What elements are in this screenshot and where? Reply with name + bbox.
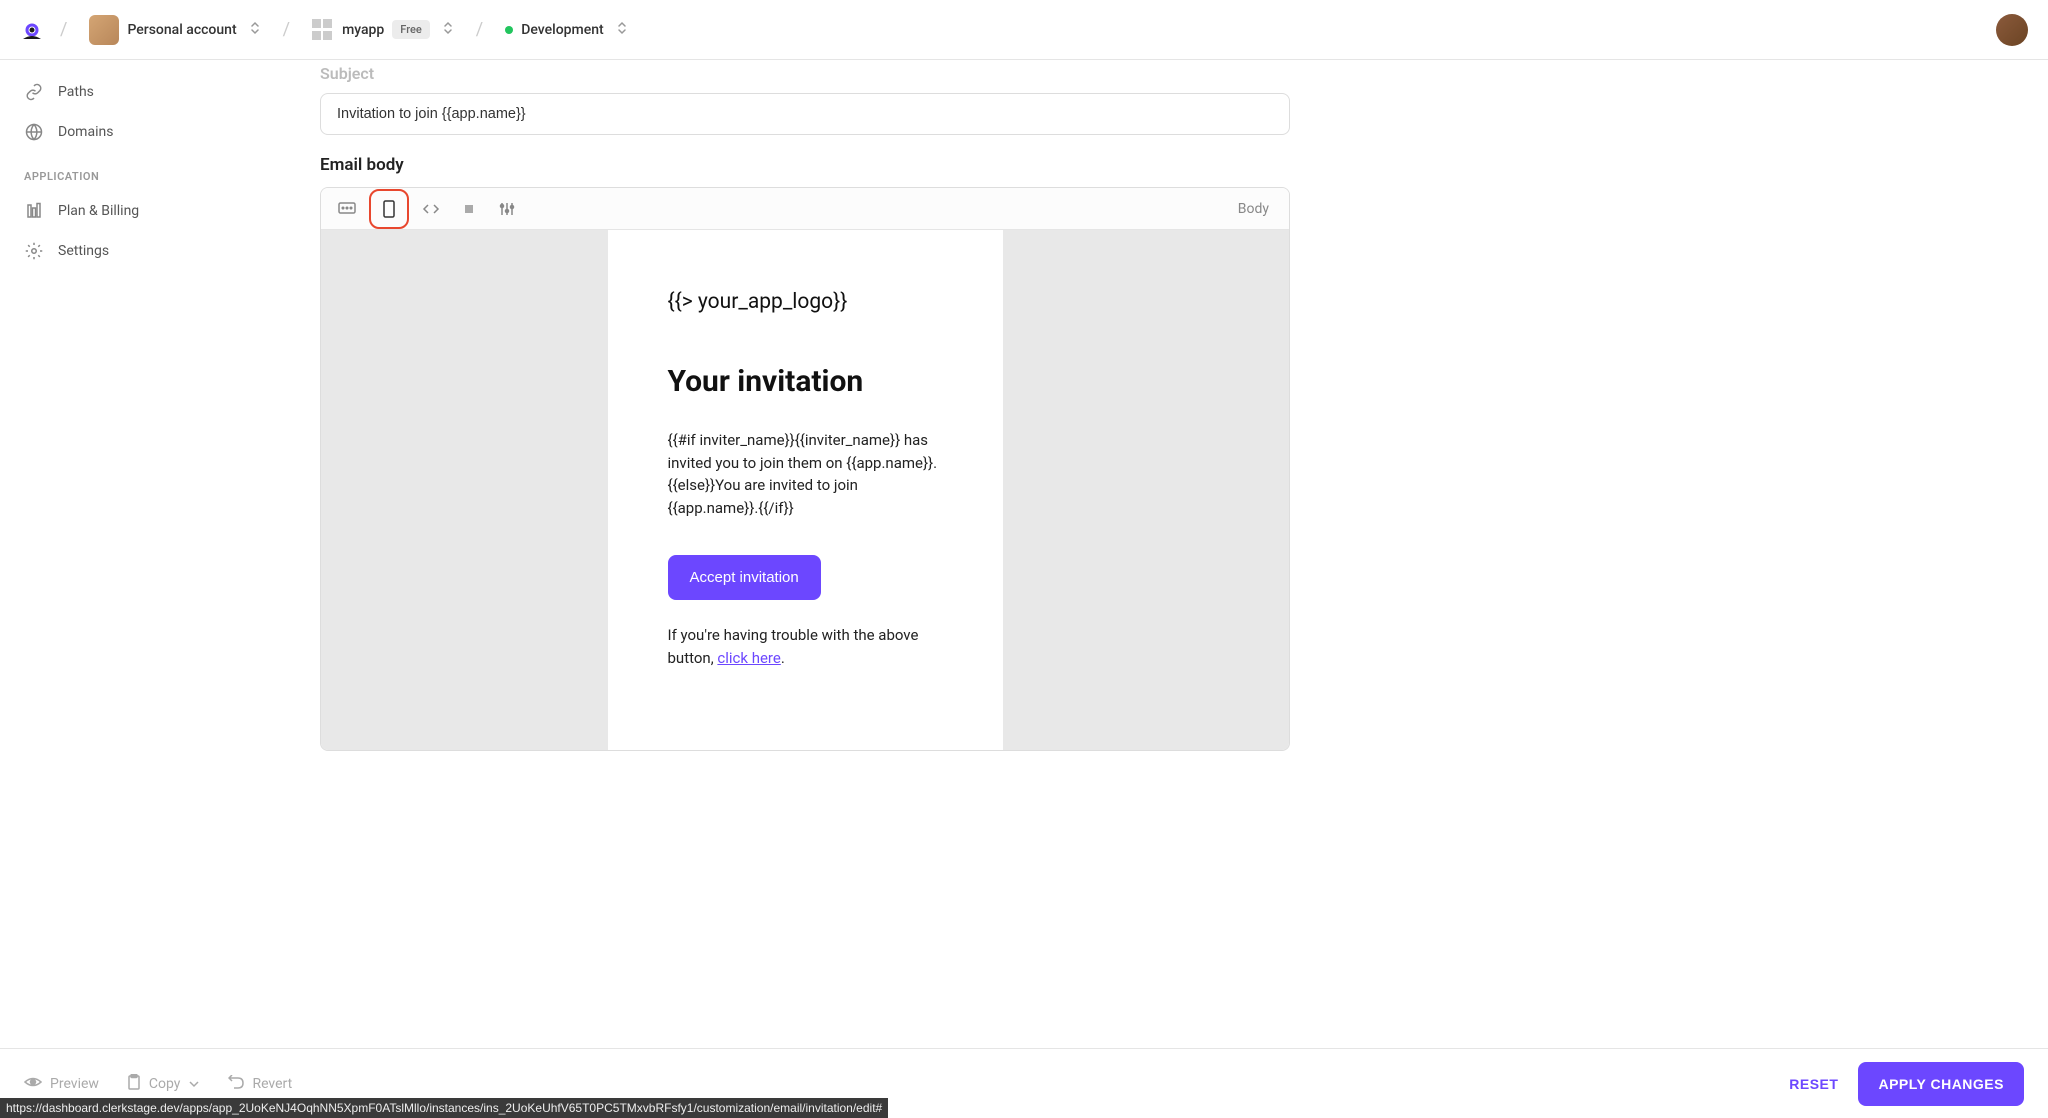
apply-changes-button[interactable]: APPLY CHANGES (1858, 1062, 2024, 1106)
chevron-down-icon (188, 1076, 200, 1092)
account-switcher[interactable]: Personal account (83, 11, 266, 49)
email-cta-button[interactable]: Accept invitation (668, 555, 821, 600)
revert-button[interactable]: Revert (228, 1075, 292, 1093)
email-heading: Your invitation (668, 364, 943, 399)
email-body-text: {{#if inviter_name}}{{inviter_name}} has… (668, 429, 943, 519)
globe-icon (24, 122, 44, 142)
environment-switcher[interactable]: Development (499, 16, 633, 44)
toolbar-code-view[interactable] (415, 193, 447, 225)
status-dot-icon (505, 26, 513, 34)
reset-button[interactable]: RESET (1789, 1076, 1838, 1092)
toolbar-element-label[interactable]: Body (1238, 201, 1279, 217)
environment-label: Development (521, 22, 603, 38)
email-body-label: Email body (320, 155, 1290, 175)
chevrons-up-down-icon (442, 20, 454, 40)
email-help-link[interactable]: click here (717, 649, 780, 667)
subject-label: Subject (320, 64, 1290, 83)
user-avatar[interactable] (1996, 14, 2028, 46)
chevrons-up-down-icon (249, 20, 261, 40)
toolbar-settings-sliders[interactable] (491, 193, 523, 225)
breadcrumb-separator: / (60, 19, 67, 40)
toolbar-desktop-view[interactable] (331, 193, 363, 225)
email-logo-token: {{> your_app_logo}} (668, 290, 943, 314)
editor-canvas[interactable]: {{> your_app_logo}} Your invitation {{#i… (321, 230, 1289, 750)
subject-input[interactable] (320, 93, 1290, 135)
clerk-logo-icon[interactable] (20, 18, 44, 42)
sidebar-item-label: Settings (58, 243, 109, 259)
email-editor: Body {{> your_app_logo}} Your invitation… (320, 187, 1290, 751)
eye-icon (24, 1075, 42, 1093)
sidebar-item-paths[interactable]: Paths (16, 72, 264, 112)
email-preview: {{> your_app_logo}} Your invitation {{#i… (608, 230, 1003, 750)
sidebar-section-application: APPLICATION (16, 152, 264, 191)
copy-button[interactable]: Copy (127, 1074, 201, 1094)
sidebar-item-label: Domains (58, 124, 113, 140)
email-help-suffix: . (781, 649, 785, 667)
billing-icon (24, 201, 44, 221)
main-content: Subject Email body (280, 60, 1330, 771)
sidebar-item-plan-billing[interactable]: Plan & Billing (16, 191, 264, 231)
revert-label: Revert (252, 1076, 292, 1092)
gear-icon (24, 241, 44, 261)
clipboard-icon (127, 1074, 141, 1094)
browser-status-url: https://dashboard.clerkstage.dev/apps/ap… (0, 1098, 888, 1118)
app-name: myapp (342, 22, 384, 38)
editor-toolbar: Body (321, 188, 1289, 230)
preview-label: Preview (50, 1076, 99, 1092)
topbar: / Personal account / myapp Free / Develo… (0, 0, 2048, 60)
plan-badge: Free (392, 20, 430, 39)
sidebar: Paths Domains APPLICATION Plan & Billing… (0, 60, 280, 771)
sidebar-item-domains[interactable]: Domains (16, 112, 264, 152)
account-avatar (89, 15, 119, 45)
app-icon (312, 19, 334, 41)
chevrons-up-down-icon (616, 20, 628, 40)
breadcrumb-separator: / (283, 19, 290, 40)
app-switcher[interactable]: myapp Free (306, 15, 460, 45)
email-help-prefix: If you're having trouble with the above … (668, 626, 919, 667)
sidebar-item-label: Paths (58, 84, 94, 100)
link-icon (24, 82, 44, 102)
breadcrumb-separator: / (476, 19, 483, 40)
preview-button[interactable]: Preview (24, 1075, 99, 1093)
account-label: Personal account (127, 22, 236, 38)
sidebar-item-label: Plan & Billing (58, 203, 139, 219)
email-help-text: If you're having trouble with the above … (668, 624, 943, 669)
sidebar-item-settings[interactable]: Settings (16, 231, 264, 271)
toolbar-stop[interactable] (453, 193, 485, 225)
breadcrumb: / Personal account / myapp Free / Develo… (20, 11, 634, 49)
copy-label: Copy (149, 1076, 181, 1092)
undo-icon (228, 1075, 244, 1093)
toolbar-mobile-view[interactable] (369, 189, 409, 229)
